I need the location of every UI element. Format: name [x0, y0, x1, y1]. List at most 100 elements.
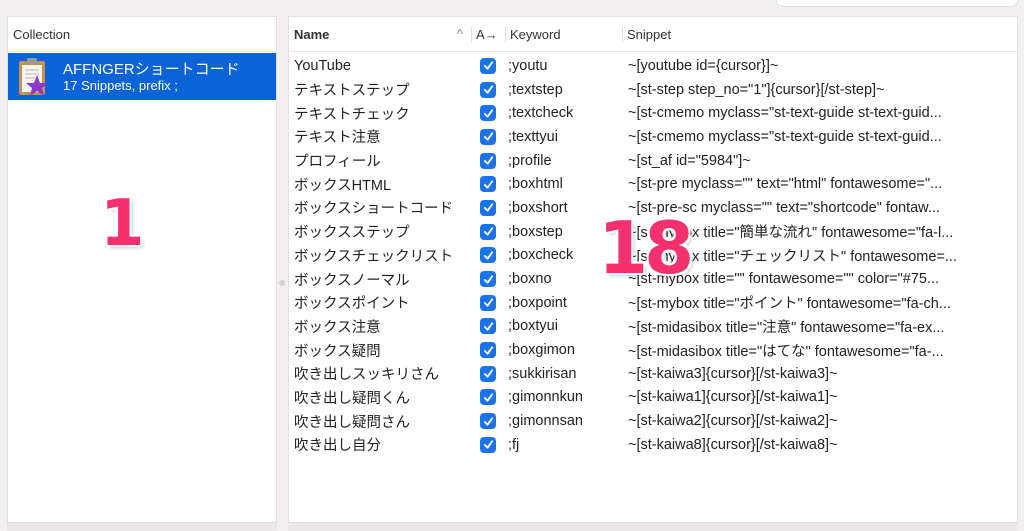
snippet-row[interactable]: 吹き出し疑問さん ;gimonnsan ~[st-kaiwa2]{cursor}[/…: [289, 409, 1017, 433]
snippet-name: ボックス注意: [294, 319, 381, 336]
snippet-row[interactable]: YouTube ;youtu ~[youtube id={cursor}]~: [289, 54, 1017, 78]
sort-ascending-icon: ^: [456, 28, 463, 40]
auto-expand-checkbox[interactable]: [480, 294, 496, 311]
snippet-name: ボックスショートコード: [294, 201, 454, 218]
snippet-name: ボックスステップ: [294, 225, 410, 242]
checkmark-icon: [483, 322, 493, 331]
auto-expand-checkbox[interactable]: [480, 176, 496, 193]
checkmark-icon: [483, 203, 493, 213]
snippet-name: 吹き出し自分: [294, 438, 381, 455]
snippet-row[interactable]: ボックス注意 ;boxtyui ~[st-midasibox title="注意" …: [289, 315, 1017, 339]
snippet-row[interactable]: テキスト注意 ;texttyui ~[st-cmemo myclass="st-te…: [289, 125, 1017, 149]
snippet-row[interactable]: 吹き出しスッキリさん ;sukkirisan ~[st-kaiwa3]{cursor…: [289, 362, 1017, 386]
checkmark-icon: [483, 251, 493, 260]
auto-expand-checkbox[interactable]: [480, 342, 496, 359]
checkmark-icon: [483, 227, 493, 236]
collection-subtitle: 17 Snippets, prefix ;: [63, 78, 178, 93]
collection-item-selected[interactable]: AFFNGERショートコード 17 Snippets, prefix ;: [8, 53, 276, 100]
auto-expand-checkbox[interactable]: [480, 223, 496, 240]
auto-expand-checkbox[interactable]: [480, 318, 496, 335]
collection-header-label: Collection: [13, 26, 71, 42]
checkmark-icon: [483, 417, 493, 426]
snippet-name: 吹き出し疑問くん: [294, 390, 410, 407]
snippet-content: ~[st-kaiwa1]{cursor}[/st-kaiwa1]~: [628, 389, 838, 406]
auto-expand-checkbox[interactable]: [480, 199, 496, 216]
snippet-name: ボックスポイント: [294, 296, 410, 313]
snippet-keyword: ;boxtyui: [508, 318, 558, 335]
snippet-name: ボックス疑問: [294, 343, 381, 360]
snippet-row[interactable]: ボックスポイント ;boxpoint ~[st-mybox title="ポイント"…: [289, 291, 1017, 315]
snippet-row[interactable]: プロフィール ;profile ~[st_af id="5984"]~: [289, 149, 1017, 173]
snippet-keyword: ;boxhtml: [508, 176, 563, 193]
snippet-content: ~[st-midasibox title="注意" fontawesome="f…: [628, 319, 945, 336]
column-header-snippet[interactable]: Snippet: [622, 17, 1017, 51]
checkmark-icon: [483, 393, 493, 402]
snippet-name: ボックスHTML: [294, 177, 392, 194]
checkmark-icon: [483, 156, 493, 165]
snippet-name: ボックスノーマル: [294, 272, 410, 289]
column-header-name[interactable]: Name ^: [289, 17, 471, 51]
snippet-keyword: ;gimonnsan: [508, 413, 583, 430]
snippet-keyword: ;texttyui: [508, 128, 558, 145]
auto-expand-checkbox[interactable]: [480, 128, 496, 145]
snippet-name: 吹き出し疑問さん: [294, 414, 410, 431]
snippet-name: テキストステップ: [294, 83, 410, 100]
auto-expand-checkbox[interactable]: [480, 389, 496, 406]
checkmark-icon: [483, 345, 493, 355]
snippet-name: 吹き出しスッキリさん: [294, 367, 439, 384]
snippet-name: プロフィール: [294, 154, 381, 171]
snippet-keyword: ;profile: [508, 152, 552, 169]
search-field[interactable]: [776, 0, 1018, 7]
auto-expand-checkbox[interactable]: [480, 105, 496, 122]
snippet-keyword: ;boxgimon: [508, 342, 575, 359]
clipboard-star-icon: [19, 58, 48, 96]
snippet-name: YouTube: [294, 57, 351, 74]
snippet-name: テキスト注意: [294, 130, 381, 147]
snippet-content: ~[st-mybox title="ポイント" fontawesome="fa-…: [628, 296, 951, 313]
snippet-content: ~[st-cmemo myclass="st-text-guide st-tex…: [628, 105, 942, 122]
checkmark-icon: [483, 85, 493, 94]
snippet-row[interactable]: テキストステップ ;textstep ~[st-step step_no="1"]{…: [289, 78, 1017, 102]
snippet-content: ~[st-pre myclass="" text="html" fontawes…: [628, 176, 943, 193]
checkmark-icon: [483, 274, 493, 284]
auto-expand-checkbox[interactable]: [480, 152, 496, 169]
snippet-keyword: ;gimonnkun: [508, 389, 583, 406]
snippet-content: ~[st-kaiwa8]{cursor}[/st-kaiwa8]~: [628, 436, 838, 453]
snippets-table-header: Name ^ A→ Keyword Snippet: [289, 17, 1017, 52]
checkmark-icon: [483, 132, 493, 142]
snippet-keyword: ;youtu: [508, 57, 548, 74]
snippet-keyword: ;textcheck: [508, 105, 574, 122]
snippet-row[interactable]: 吹き出し疑問くん ;gimonnkun ~[st-kaiwa1]{cursor}[/…: [289, 386, 1017, 410]
auto-expand-checkbox[interactable]: [480, 413, 496, 430]
column-header-auto-expand[interactable]: A→: [471, 17, 505, 51]
snippet-name: テキストチェック: [294, 106, 410, 123]
checkmark-icon: [483, 440, 493, 449]
collection-header: Collection: [8, 17, 276, 52]
snippet-content: ~[youtube id={cursor}]~: [628, 57, 779, 74]
checkmark-icon: [483, 109, 493, 118]
checkmark-icon: [483, 298, 493, 307]
collection-title: AFFNGERショートコード: [63, 61, 240, 78]
snippet-content: ~[st-kaiwa2]{cursor}[/st-kaiwa2]~: [628, 413, 838, 430]
collection-pane: Collection AFFNGERショートコード 17 Snippets, p…: [7, 16, 277, 526]
split-divider-handle[interactable]: [279, 280, 285, 286]
snippet-content: ~[st-cmemo myclass="st-text-guide st-tex…: [628, 128, 942, 145]
auto-expand-checkbox[interactable]: [480, 365, 496, 382]
checkmark-icon: [483, 180, 493, 189]
auto-expand-checkbox[interactable]: [480, 271, 496, 288]
snippet-row[interactable]: ボックス疑問 ;boxgimon ~[st-midasibox title="はてな…: [289, 338, 1017, 362]
snippet-keyword: ;fj: [508, 436, 520, 453]
snippet-row[interactable]: テキストチェック ;textcheck ~[st-cmemo myclass="st…: [289, 101, 1017, 125]
annotation-number-left: 1: [100, 187, 145, 261]
snippet-keyword: ;textstep: [508, 81, 563, 98]
checkmark-icon: [483, 61, 493, 70]
snippet-content: ~[st-step step_no="1"]{cursor}[/st-step]…: [628, 81, 885, 98]
snippet-row[interactable]: 吹き出し自分 ;fj ~[st-kaiwa8]{cursor}[/st-kaiwa8…: [289, 433, 1017, 457]
column-header-keyword[interactable]: Keyword: [505, 17, 622, 51]
snippet-content: ~[st-kaiwa3]{cursor}[/st-kaiwa3]~: [628, 365, 838, 382]
auto-expand-checkbox[interactable]: [480, 247, 496, 264]
snippet-row[interactable]: ボックスHTML ;boxhtml ~[st-pre myclass="" text…: [289, 172, 1017, 196]
auto-expand-checkbox[interactable]: [480, 436, 496, 453]
auto-expand-checkbox[interactable]: [480, 81, 496, 98]
auto-expand-checkbox[interactable]: [480, 57, 496, 74]
